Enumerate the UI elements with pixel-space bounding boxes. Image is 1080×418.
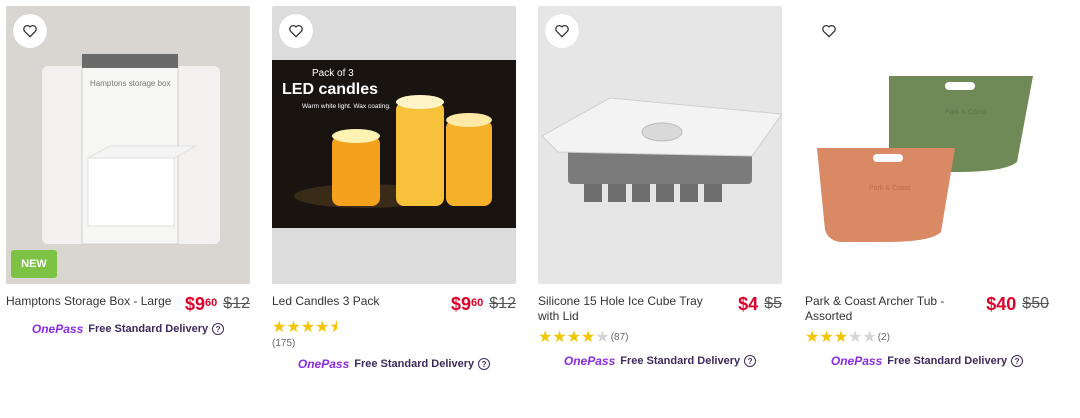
price: $40 $50	[986, 294, 1049, 314]
delivery-info: OnePass Free Standard Delivery ?	[805, 354, 1049, 368]
onepass-logo: OnePass	[31, 322, 84, 336]
delivery-label: Free Standard Delivery	[887, 355, 1008, 367]
help-icon[interactable]: ?	[744, 355, 757, 367]
candles-note-label: Warm white light. Wax coating.	[302, 103, 391, 110]
product-card-storage-box[interactable]: Hamptons storage box NEW Hamptons Storag…	[6, 6, 250, 336]
current-price: $40	[986, 294, 1017, 314]
product-image[interactable]: Pack of 3 LED candles Warm white light. …	[272, 6, 516, 284]
star-icon: ★	[286, 319, 301, 336]
star-icon: ★	[300, 319, 316, 336]
was-price: $5	[764, 295, 782, 312]
delivery-label: Free Standard Delivery	[354, 358, 475, 370]
empty-star-icon: ★	[862, 329, 877, 346]
candles-pack-label: Pack of 3	[312, 68, 354, 79]
product-image[interactable]: Park & Coast Park & Coast	[805, 6, 1049, 284]
current-price: $4	[738, 294, 759, 314]
empty-star-icon: ★	[595, 329, 610, 346]
wishlist-heart-icon[interactable]	[545, 14, 579, 48]
current-price: $9	[185, 294, 206, 314]
product-title[interactable]: Hamptons Storage Box - Large	[6, 294, 171, 309]
star-icon: ★	[272, 319, 287, 336]
onepass-logo: OnePass	[297, 357, 350, 371]
rating-stars: ★ ★ ★ ★ ★ (87)	[538, 330, 782, 346]
delivery-label: Free Standard Delivery	[620, 355, 741, 367]
star-icon: ★	[805, 329, 820, 346]
product-title[interactable]: Park & Coast Archer Tub - Assorted	[805, 294, 986, 324]
product-image[interactable]	[538, 6, 782, 284]
review-count[interactable]: (175)	[272, 338, 516, 349]
box-label: Hamptons storage box	[90, 79, 171, 88]
product-card-ice-cube-tray[interactable]: Silicone 15 Hole Ice Cube Tray with Lid …	[538, 6, 782, 368]
star-icon: ★	[538, 329, 553, 346]
product-card-archer-tub[interactable]: Park & Coast Park & Coast Park & Coast A…	[805, 6, 1049, 368]
delivery-info: OnePass Free Standard Delivery ?	[6, 322, 250, 336]
delivery-info: OnePass Free Standard Delivery ?	[538, 354, 782, 368]
product-image[interactable]: Hamptons storage box NEW	[6, 6, 250, 284]
current-price-cents: 60	[205, 297, 218, 309]
star-icon: ★	[581, 329, 596, 346]
tub-brand-label-green: Park & Coast	[945, 109, 986, 116]
rating-stars: ★ ★ ★ ★ ★	[272, 320, 516, 336]
half-star-icon: ★	[329, 320, 338, 336]
price: $4 $5	[738, 294, 782, 314]
rating-stars: ★ ★ ★ ★ ★ (2)	[805, 330, 1049, 346]
price: $960 $12	[185, 294, 250, 314]
tub-brand-label-orange: Park & Coast	[869, 185, 910, 192]
was-price: $12	[489, 295, 516, 312]
delivery-label: Free Standard Delivery	[88, 323, 209, 335]
wishlist-heart-icon[interactable]	[13, 14, 47, 48]
star-icon: ★	[833, 329, 849, 346]
new-badge: NEW	[11, 250, 57, 278]
storage-box-photo: Hamptons storage box	[6, 6, 250, 284]
product-title[interactable]: Led Candles 3 Pack	[272, 294, 379, 309]
star-icon: ★	[566, 329, 582, 346]
star-icon: ★	[552, 329, 567, 346]
current-price: $9	[451, 294, 472, 314]
empty-star-icon: ★	[848, 329, 863, 346]
star-icon: ★	[819, 329, 834, 346]
candles-title-label: LED candles	[282, 81, 378, 98]
help-icon[interactable]: ?	[478, 358, 491, 370]
review-count[interactable]: (87)	[611, 330, 629, 346]
price: $960 $12	[451, 294, 516, 314]
was-price: $12	[223, 295, 250, 312]
ice-cube-tray-photo	[538, 6, 782, 284]
review-count[interactable]: (2)	[878, 330, 890, 346]
archer-tub-photo: Park & Coast Park & Coast	[805, 6, 1049, 284]
was-price: $50	[1022, 295, 1049, 312]
product-card-led-candles[interactable]: Pack of 3 LED candles Warm white light. …	[272, 6, 516, 371]
onepass-logo: OnePass	[563, 354, 616, 368]
onepass-logo: OnePass	[830, 354, 883, 368]
product-grid: Hamptons storage box NEW Hamptons Storag…	[0, 0, 1080, 418]
product-title[interactable]: Silicone 15 Hole Ice Cube Tray with Lid	[538, 294, 726, 324]
current-price-cents: 60	[471, 297, 484, 309]
delivery-info: OnePass Free Standard Delivery ?	[272, 357, 516, 371]
help-icon[interactable]: ?	[1011, 355, 1024, 367]
help-icon[interactable]: ?	[212, 323, 225, 335]
wishlist-heart-icon[interactable]	[812, 14, 846, 48]
star-icon: ★	[315, 319, 330, 336]
wishlist-heart-icon[interactable]	[279, 14, 313, 48]
led-candles-photo: Pack of 3 LED candles Warm white light. …	[272, 6, 516, 284]
